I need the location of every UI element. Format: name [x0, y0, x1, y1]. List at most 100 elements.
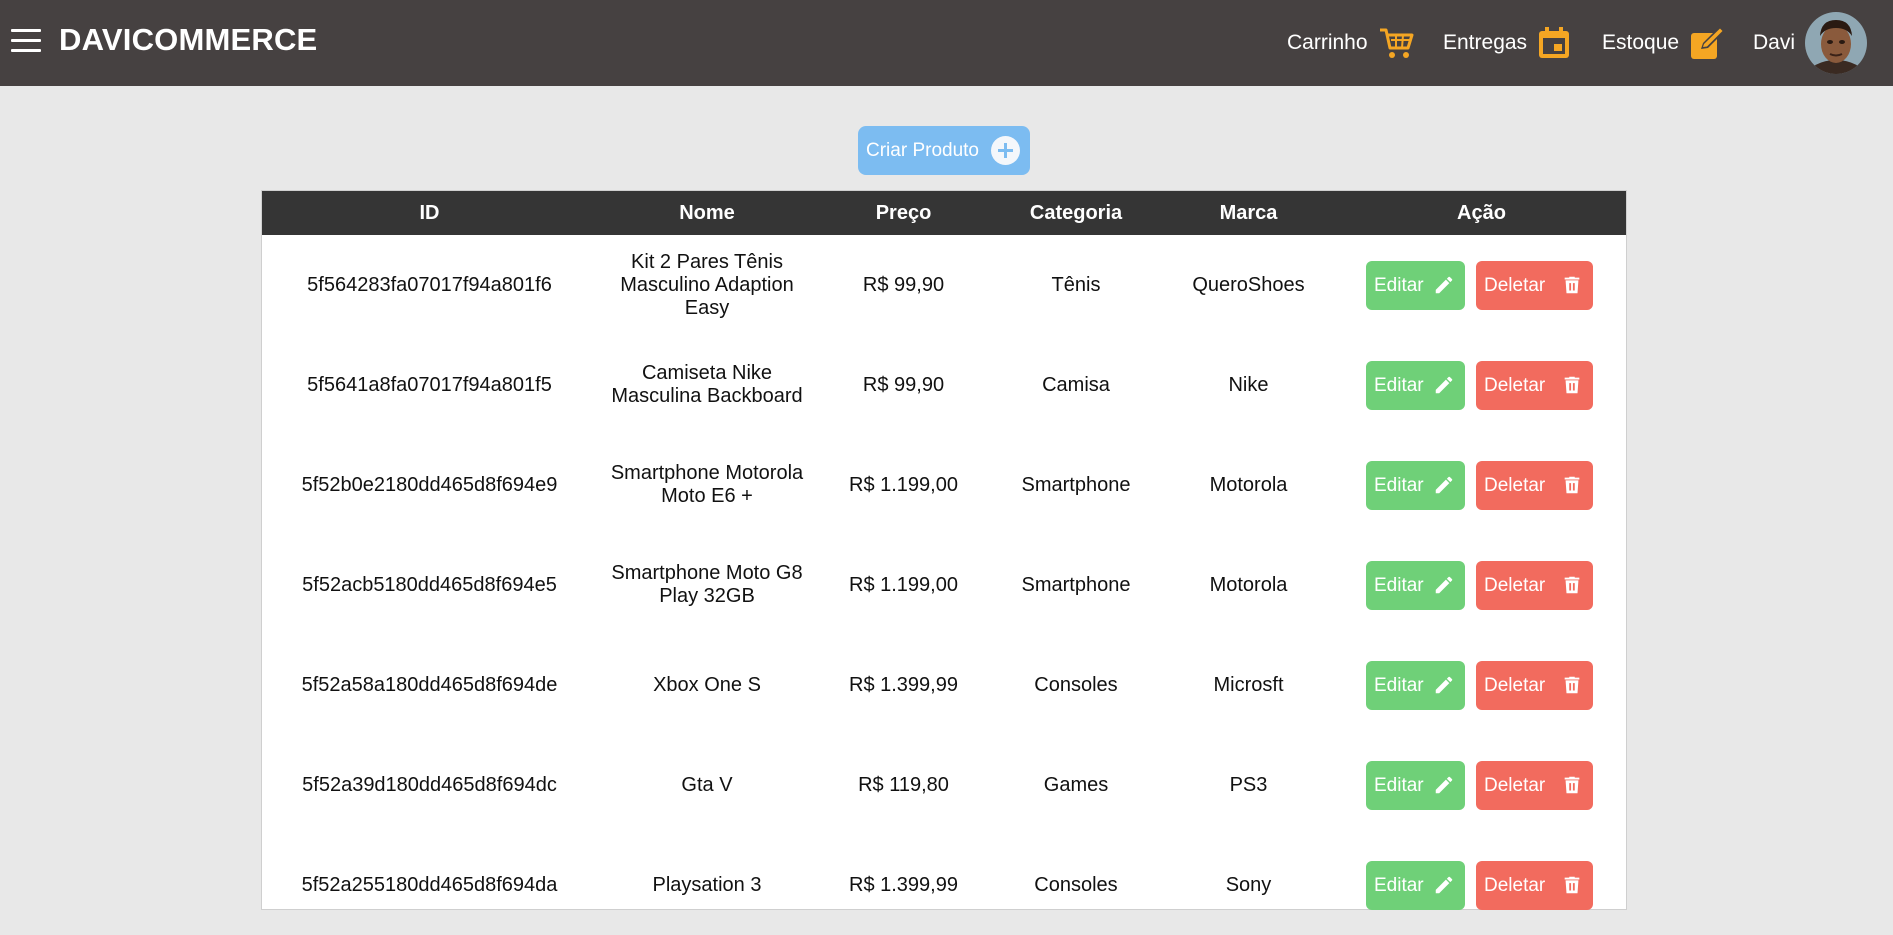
pencil-icon	[1435, 676, 1453, 694]
delete-button[interactable]: Deletar	[1476, 261, 1593, 310]
delete-button[interactable]: Deletar	[1476, 361, 1593, 410]
delete-button-label: Deletar	[1484, 674, 1546, 696]
pencil-icon	[1435, 576, 1453, 594]
cart-icon	[1379, 28, 1414, 58]
plus-circle-icon	[991, 136, 1020, 165]
table-row: 5f52acb5180dd465d8f694e5 Smartphone Moto …	[262, 535, 1628, 635]
cell-category: Smartphone	[1021, 473, 1131, 496]
pencil-icon	[1435, 776, 1453, 794]
cell-price: R$ 1.399,99	[849, 673, 958, 696]
cell-price: R$ 99,90	[862, 373, 945, 396]
trash-icon	[1564, 776, 1580, 794]
cell-price: R$ 1.399,99	[849, 873, 958, 896]
hamburger-menu-icon[interactable]	[11, 27, 41, 55]
delete-button-label: Deletar	[1484, 274, 1546, 296]
edit-square-icon	[1691, 27, 1725, 59]
top-navbar: DAVICOMMERCE Carrinho Entregas Estoque D…	[0, 0, 1893, 86]
cell-name: Xbox One S	[653, 673, 761, 696]
pencil-icon	[1435, 876, 1453, 894]
edit-button[interactable]: Editar	[1366, 761, 1465, 810]
delete-button[interactable]: Deletar	[1476, 461, 1593, 510]
edit-button[interactable]: Editar	[1366, 861, 1465, 910]
cell-price: R$ 99,90	[862, 273, 945, 296]
cell-category: Consoles	[1034, 873, 1118, 896]
edit-button-label: Editar	[1374, 374, 1424, 396]
edit-button[interactable]: Editar	[1366, 261, 1465, 310]
table-row: 5f5641a8fa07017f94a801f5 Camiseta Nike Ma…	[262, 335, 1628, 435]
trash-icon	[1564, 676, 1580, 694]
delete-button-label: Deletar	[1484, 374, 1546, 396]
delete-button[interactable]: Deletar	[1476, 561, 1593, 610]
column-header-id: ID	[419, 202, 440, 224]
column-header-price: Preço	[875, 202, 932, 224]
cell-id: 5f5641a8fa07017f94a801f5	[307, 373, 552, 396]
column-header-brand: Marca	[1219, 202, 1278, 224]
cell-brand: PS3	[1229, 773, 1268, 796]
edit-button-label: Editar	[1374, 774, 1424, 796]
create-product-button[interactable]: Criar Produto	[858, 126, 1030, 175]
cell-id: 5f52acb5180dd465d8f694e5	[302, 573, 557, 596]
delete-button-label: Deletar	[1484, 774, 1546, 796]
edit-button[interactable]: Editar	[1366, 561, 1465, 610]
cell-id: 5f564283fa07017f94a801f6	[307, 273, 552, 296]
edit-button-label: Editar	[1374, 674, 1424, 696]
edit-button[interactable]: Editar	[1366, 461, 1465, 510]
table-row: 5f52a58a180dd465d8f694de Xbox One S R$ 1.3…	[262, 635, 1628, 735]
cell-brand: Motorola	[1209, 573, 1288, 596]
delete-button[interactable]: Deletar	[1476, 861, 1593, 910]
pencil-icon	[1435, 376, 1453, 394]
cell-category: Camisa	[1042, 373, 1110, 396]
table-row: 5f52a39d180dd465d8f694dc Gta V R$ 119,80 Ga…	[262, 735, 1628, 835]
table-row: 5f564283fa07017f94a801f6 Kit 2 Pares Têni…	[262, 235, 1628, 335]
trash-icon	[1564, 476, 1580, 494]
edit-button[interactable]: Editar	[1366, 661, 1465, 710]
pencil-icon	[1435, 276, 1453, 294]
pencil-icon	[1435, 476, 1453, 494]
delete-button-label: Deletar	[1484, 874, 1546, 896]
column-header-name: Nome	[679, 202, 735, 224]
delete-button[interactable]: Deletar	[1476, 761, 1593, 810]
user-menu[interactable]: Davi	[1753, 0, 1868, 86]
column-header-category: Categoria	[1029, 202, 1123, 224]
edit-button-label: Editar	[1374, 474, 1424, 496]
edit-button[interactable]: Editar	[1366, 361, 1465, 410]
nav-cart-label: Carrinho	[1287, 31, 1368, 54]
cell-name: Gta V	[681, 773, 733, 796]
table-row: 5f52b0e2180dd465d8f694e9 Smartphone Motor…	[262, 435, 1628, 535]
products-table: ID Nome Preço Categoria Marca Ação 5f564…	[261, 190, 1627, 910]
cell-category: Games	[1043, 773, 1109, 796]
cell-id: 5f52a58a180dd465d8f694de	[301, 673, 558, 696]
nav-stock-link[interactable]: Estoque	[1602, 0, 1727, 86]
brand-title[interactable]: DAVICOMMERCE	[59, 22, 317, 58]
cell-name: Smartphone Moto G8 Play 32GB	[611, 562, 803, 607]
cell-name: Kit 2 Pares Tênis Masculino Adaption Eas…	[620, 250, 794, 319]
cell-price: R$ 119,80	[858, 773, 949, 796]
delete-button-label: Deletar	[1484, 474, 1546, 496]
create-product-label: Criar Produto	[866, 139, 979, 161]
cell-brand: Sony	[1225, 873, 1272, 896]
cell-brand: Motorola	[1209, 473, 1288, 496]
nav-cart-link[interactable]: Carrinho	[1287, 0, 1414, 86]
trash-icon	[1564, 376, 1580, 394]
calendar-icon	[1539, 27, 1570, 58]
table-header: ID Nome Preço Categoria Marca Ação	[262, 191, 1626, 235]
cell-name: Smartphone Motorola Moto E6 +	[610, 462, 804, 507]
cell-id: 5f52b0e2180dd465d8f694e9	[301, 473, 558, 496]
trash-icon	[1564, 576, 1580, 594]
cell-brand: QueroShoes	[1192, 273, 1305, 296]
cell-name: Playsation 3	[652, 873, 762, 896]
avatar[interactable]	[1805, 12, 1868, 74]
table-row: 5f52a255180dd465d8f694da Playsation 3 R$ 1…	[262, 835, 1628, 935]
delete-button[interactable]: Deletar	[1476, 661, 1593, 710]
cell-category: Consoles	[1034, 673, 1118, 696]
cell-category: Tênis	[1051, 273, 1101, 296]
nav-deliveries-label: Entregas	[1443, 31, 1528, 54]
cell-id: 5f52a39d180dd465d8f694dc	[302, 773, 557, 796]
cell-id: 5f52a255180dd465d8f694da	[301, 873, 558, 896]
cell-price: R$ 1.199,00	[849, 473, 958, 496]
edit-button-label: Editar	[1374, 274, 1424, 296]
trash-icon	[1564, 876, 1580, 894]
delete-button-label: Deletar	[1484, 574, 1546, 596]
nav-deliveries-link[interactable]: Entregas	[1443, 0, 1571, 86]
trash-icon	[1564, 276, 1580, 294]
